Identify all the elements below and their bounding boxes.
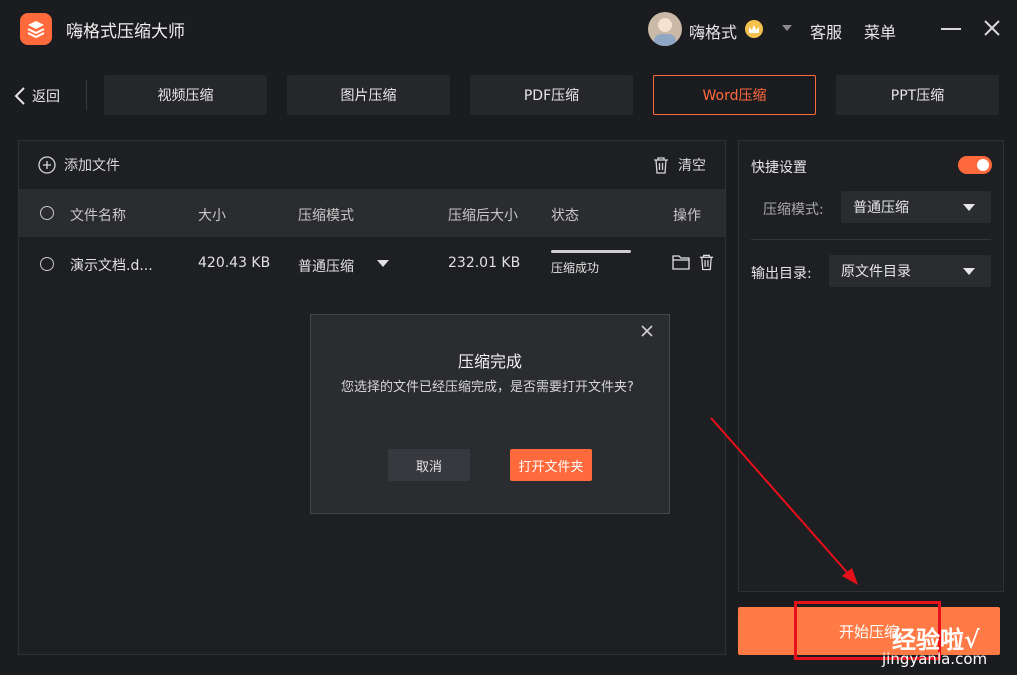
watermark-sub: jingyanla.com	[882, 650, 988, 668]
annotation-arrow	[710, 417, 858, 585]
